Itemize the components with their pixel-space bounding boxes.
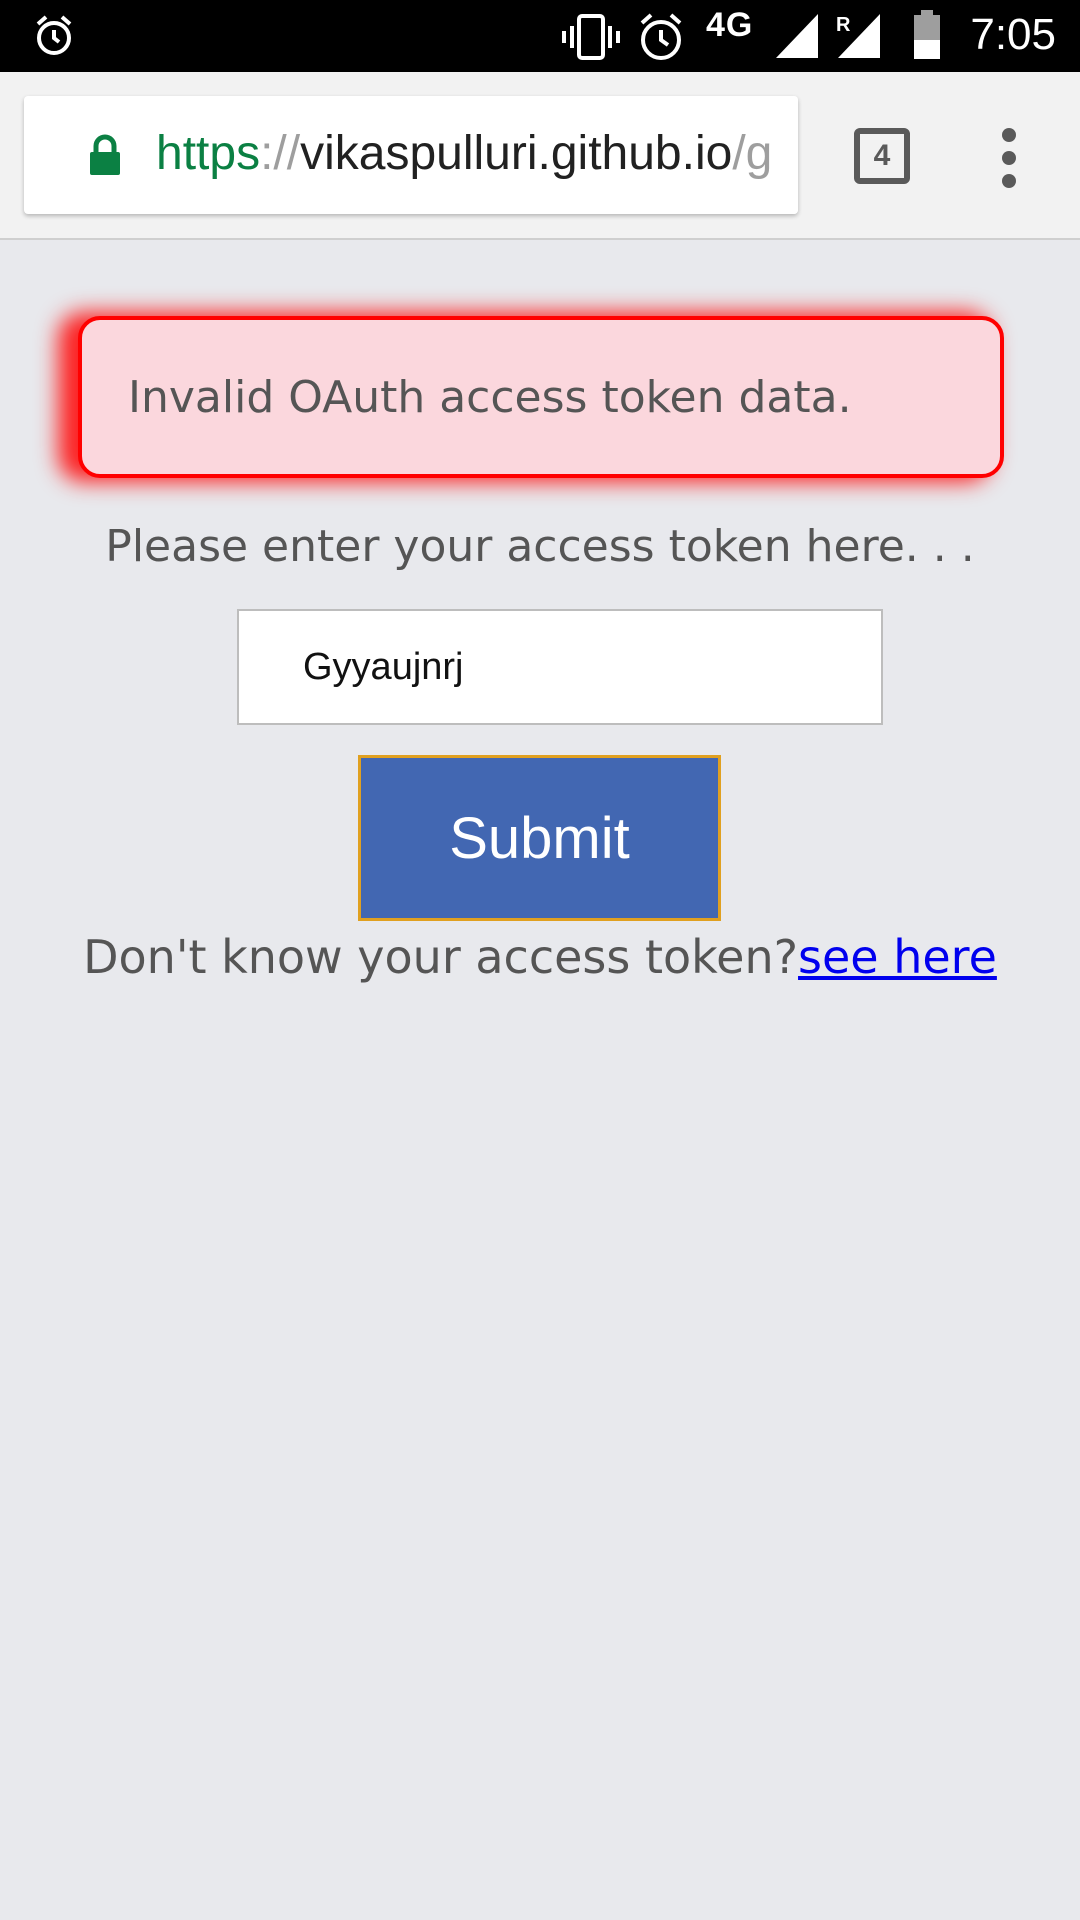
submit-button[interactable]: Submit [358,755,721,921]
menu-dot-icon [1002,151,1016,165]
tab-switcher-button[interactable]: 4 [854,128,910,184]
status-bar: 4G R 7:05 [0,0,1080,72]
overflow-menu-button[interactable] [996,128,1026,188]
help-text: Don't know your access token? [83,930,799,984]
see-here-link[interactable]: see here [798,930,997,984]
signal-icon [776,14,818,58]
url-path: /g [732,127,773,180]
browser-toolbar: https://vikaspulluri.github.io/g 4 [0,72,1080,240]
vibrate-icon [562,14,620,60]
network-type: 4G [706,6,754,44]
roaming-signal-icon [838,14,880,58]
url-host: vikaspulluri.github.io [300,127,733,180]
page-content: Invalid OAuth access token data. Please … [0,242,1080,1920]
access-token-input[interactable] [237,609,883,725]
address-bar[interactable]: https://vikaspulluri.github.io/g [24,96,798,214]
url-scheme: https [156,127,261,180]
battery-icon [912,10,942,60]
token-prompt: Please enter your access token here. . . [105,521,975,572]
menu-dot-icon [1002,174,1016,188]
error-message: Invalid OAuth access token data. [128,372,852,423]
help-line: Don't know your access token?see here [0,928,1080,986]
lock-icon [88,134,122,180]
url-separator: :// [260,127,301,180]
menu-dot-icon [1002,128,1016,142]
error-alert: Invalid OAuth access token data. [78,316,1004,478]
status-time: 7:05 [970,10,1056,59]
url-fade [768,96,798,214]
alarm-icon [34,14,74,58]
url-text: https://vikaspulluri.github.io/g [156,126,772,182]
alarm-icon [638,12,684,62]
